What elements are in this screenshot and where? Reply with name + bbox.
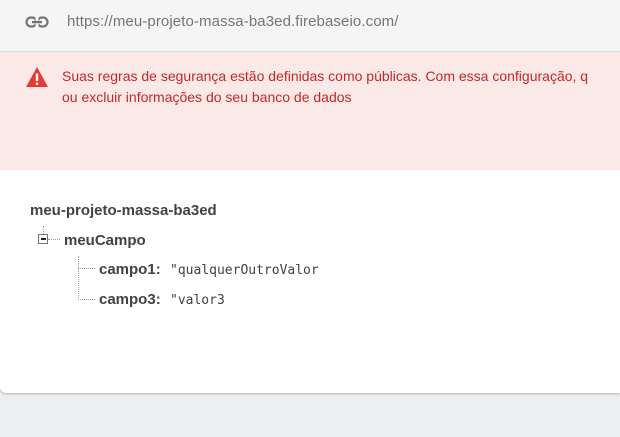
field-value[interactable]: "qualquerOutroValor xyxy=(170,263,331,278)
alert-text-line2: ou excluir informações do seu banco de d… xyxy=(62,89,352,105)
tree-connector xyxy=(78,299,95,300)
database-card: Suas regras de segurança estão definidas… xyxy=(0,52,620,393)
warning-icon xyxy=(26,67,48,87)
tree-connector xyxy=(43,226,44,234)
link-icon xyxy=(25,16,49,28)
database-url[interactable]: https://meu-projeto-massa-ba3ed.firebase… xyxy=(67,13,399,30)
alert-text-line1: Suas regras de segurança estão definidas… xyxy=(62,68,589,84)
security-alert: Suas regras de segurança estão definidas… xyxy=(0,52,620,170)
tree-node-meucampo[interactable]: meuCampo xyxy=(64,232,146,249)
url-bar: https://meu-projeto-massa-ba3ed.firebase… xyxy=(0,0,620,52)
tree-root-node[interactable]: meu-projeto-massa-ba3ed xyxy=(30,202,217,219)
collapse-toggle[interactable] xyxy=(38,234,48,244)
tree-connector xyxy=(78,256,79,300)
data-tree: meu-projeto-massa-ba3ed meuCampo campo1:… xyxy=(0,170,620,393)
tree-connector xyxy=(48,239,60,240)
tree-connector xyxy=(78,268,95,269)
field-key: campo3: xyxy=(99,291,161,308)
field-value[interactable]: "valor3 xyxy=(170,293,331,308)
field-key: campo1: xyxy=(99,261,161,278)
